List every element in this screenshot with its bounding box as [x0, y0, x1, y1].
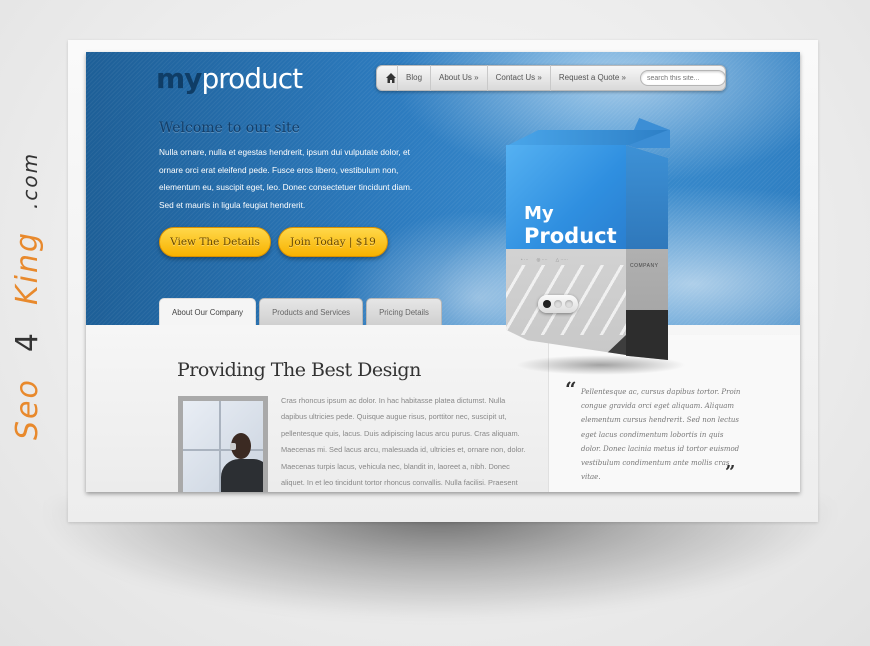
- company-logo: COMPANY: [630, 263, 659, 269]
- box-feature-icons: ◔ ··· ◎ ···· △ ·····: [520, 257, 568, 262]
- content-tabs: About Our Company Products and Services …: [159, 298, 442, 327]
- view-details-button[interactable]: View The Details: [159, 227, 271, 257]
- watermark-four: 4: [10, 331, 45, 353]
- watermark-com: .com: [18, 151, 42, 209]
- hero-header: myproduct Blog About Us » Contact Us » R…: [86, 52, 800, 327]
- nav-item-about[interactable]: About Us »: [430, 65, 487, 91]
- tab-products-services[interactable]: Products and Services: [259, 298, 364, 326]
- watermark: Seo 4 King .com: [10, 152, 45, 440]
- product-box-title: My Product: [524, 203, 617, 248]
- logo[interactable]: myproduct: [156, 62, 303, 95]
- tab-pricing-details[interactable]: Pricing Details: [366, 298, 442, 326]
- slider-dot[interactable]: [543, 300, 551, 308]
- website-mockup: myproduct Blog About Us » Contact Us » R…: [86, 52, 800, 492]
- nav-item-contact[interactable]: Contact Us »: [486, 65, 550, 91]
- content-body: Cras rhoncus ipsum ac dolor. In hac habi…: [281, 396, 526, 488]
- search-input[interactable]: [640, 70, 726, 86]
- quote-open-icon: “: [565, 377, 577, 401]
- watermark-king: King: [10, 230, 45, 306]
- home-icon: [386, 73, 396, 83]
- quote-close-icon: ”: [725, 462, 736, 483]
- logo-product: product: [201, 62, 303, 95]
- welcome-text: Nulla ornare, nulla et egestas hendrerit…: [159, 147, 413, 210]
- main-nav: Blog About Us » Contact Us » Request a Q…: [376, 65, 726, 91]
- watermark-seo: Seo: [10, 378, 45, 440]
- content-panel: Providing The Best Design Cras rhoncus i…: [86, 325, 800, 492]
- join-today-button[interactable]: Join Today | $19: [278, 227, 388, 257]
- tab-about-company[interactable]: About Our Company: [159, 298, 257, 327]
- nav-item-blog[interactable]: Blog: [397, 65, 430, 91]
- phone-icon: [230, 443, 236, 450]
- logo-my: my: [156, 62, 202, 95]
- slider-dots[interactable]: [538, 295, 578, 313]
- testimonial-text: Pellentesque ac, cursus dapibus tortor. …: [581, 388, 741, 482]
- slider-dot[interactable]: [565, 300, 573, 308]
- product-box-image: COMPANY My Product ◔ ··· ◎ ···· △ ·····: [506, 118, 686, 380]
- slider-dot[interactable]: [554, 300, 562, 308]
- nav-item-quote[interactable]: Request a Quote »: [549, 65, 634, 91]
- nav-home-button[interactable]: [385, 65, 397, 91]
- businessman-photo: [178, 396, 268, 492]
- welcome-title: Welcome to our site: [159, 120, 300, 136]
- content-title: Providing The Best Design: [177, 359, 421, 381]
